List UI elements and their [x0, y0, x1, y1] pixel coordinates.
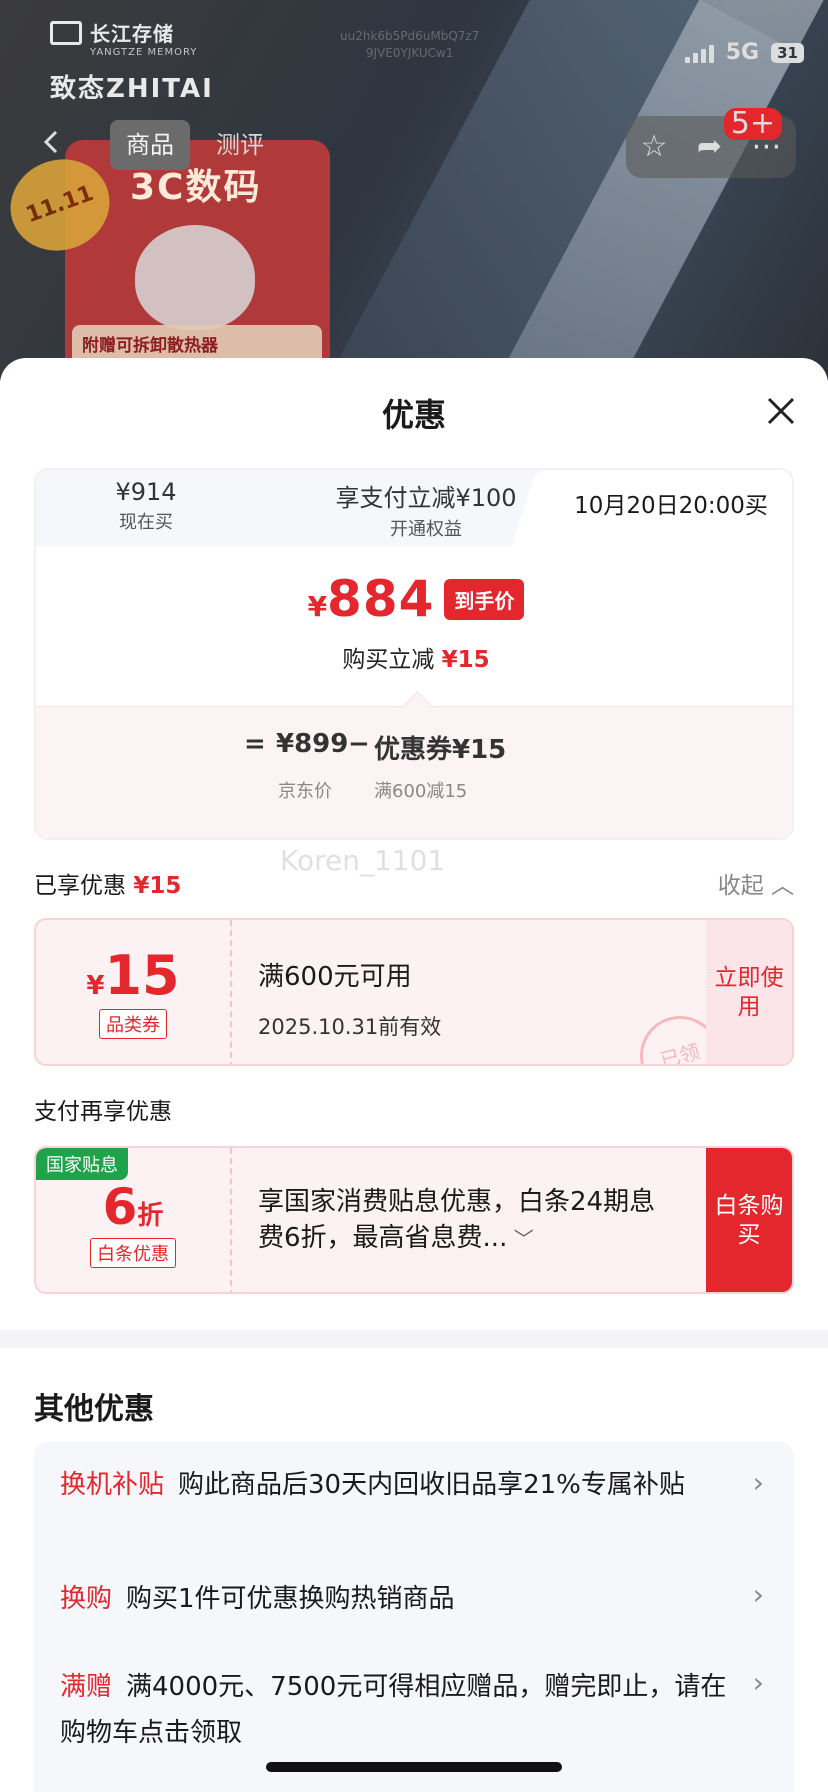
brand-logo: 长江存储 YANGTZE MEMORY 致态ZHITAI	[50, 18, 214, 105]
close-icon[interactable]	[766, 396, 796, 426]
price-tab-payment[interactable]: 享支付立减¥100 开通权益	[306, 478, 546, 541]
discount-rate: 6	[102, 1178, 138, 1236]
price-box: ¥914 现在买 享支付立减¥100 开通权益 10月20日20:00买 ¥88…	[34, 468, 794, 840]
coupon-condition-label: 满600减15	[374, 781, 468, 802]
brand-sub: YANGTZE MEMORY	[90, 47, 198, 58]
list-item[interactable]: 换机补贴 购此商品后30天内回收旧品享21%专属补贴	[60, 1462, 740, 1508]
coupon-type: 品类券	[99, 1009, 167, 1039]
list-item[interactable]: 换购 购买1件可优惠换购热销商品	[60, 1576, 740, 1622]
price-tab-now[interactable]: ¥914 现在买	[76, 478, 216, 534]
jd-price: ¥899	[276, 729, 349, 759]
other-discounts-title: 其他优惠	[34, 1392, 154, 1427]
signal-icon	[684, 43, 714, 63]
equals-sign: =	[244, 729, 266, 759]
price-tab-scheduled[interactable]: 10月20日20:00买	[546, 470, 792, 547]
coupon-type: 白条优惠	[90, 1238, 176, 1268]
final-price-yen: ¥	[307, 590, 328, 623]
final-price-value: 884	[327, 570, 435, 628]
brand-name: 致态ZHITAI	[50, 74, 214, 104]
message-badge: 5+	[723, 108, 782, 140]
mascot-image	[135, 225, 255, 330]
coupon-deduction: 优惠券¥15	[374, 735, 507, 765]
collapse-toggle[interactable]: 收起 ︿	[718, 866, 794, 900]
minus-sign: −	[348, 729, 370, 759]
chevron-down-icon: ﹀	[507, 1227, 534, 1251]
list-item[interactable]: 满赠 满4000元、7500元可得相应赠品，赠完即止，请在购物车点击领取	[60, 1664, 740, 1756]
pay-discount-title: 支付再享优惠	[34, 1099, 172, 1125]
network-label: 5G	[725, 40, 760, 65]
product-backdrop: 长江存储 YANGTZE MEMORY 致态ZHITAI uu2hk6b5Pd6…	[0, 0, 828, 380]
jd-price-label: 京东价	[278, 781, 332, 802]
discount-sheet: 优惠 ¥914 现在买 享支付立减¥100 开通权益 10月20日20:00买 …	[0, 358, 828, 1792]
tab-review[interactable]: 测评	[200, 120, 280, 170]
final-price-tag: 到手价	[444, 578, 525, 620]
battery-icon: 31	[771, 42, 804, 63]
sheet-title: 优惠	[381, 396, 446, 434]
brand-mark-icon	[50, 20, 82, 45]
back-icon[interactable]	[40, 130, 64, 154]
baitiao-buy-button[interactable]: 白条购买	[706, 1148, 792, 1292]
share-icon[interactable]: ➦	[697, 132, 722, 162]
coupon-condition: 满600元可用	[258, 962, 412, 992]
chevron-up-icon: ︿	[771, 873, 794, 899]
use-now-button[interactable]: 立即使用	[706, 920, 792, 1064]
other-discounts-list: 换机补贴 购此商品后30天内回收旧品享21%专属补贴 › 换购 购买1件可优惠换购热…	[34, 1442, 794, 1792]
baitiao-coupon: 6折 白条优惠 国家贴息 享国家消费贴息优惠，白条24期息费6折，最高省息费..…	[34, 1146, 794, 1294]
brand-top: 长江存储	[90, 22, 174, 46]
watermark-code: uu2hk6b5Pd6uMbQ7z7 9JVE0YJKUCw1	[340, 29, 480, 60]
coupon-amount: 15	[104, 944, 180, 1007]
chevron-right-icon: ›	[752, 1466, 764, 1499]
status-bar: 5G 31	[684, 40, 804, 65]
purchase-reduction: 购买立减 ¥15	[342, 647, 490, 673]
enjoyed-discount-row: 已享优惠 ¥15 收起 ︿	[34, 866, 794, 900]
baitiao-description[interactable]: 享国家消费贴息优惠，白条24期息费6折，最高省息费... ﹀	[258, 1184, 678, 1257]
price-breakdown: = ¥899 − 优惠券¥15 京东价 满600减15	[36, 706, 792, 838]
gov-subsidy-badge: 国家贴息	[36, 1148, 128, 1180]
chevron-right-icon: ›	[752, 1666, 764, 1699]
chevron-right-icon: ›	[752, 1578, 764, 1611]
price-tabs: ¥914 现在买 享支付立减¥100 开通权益 10月20日20:00买	[36, 470, 792, 547]
nav-actions: ☆ ➦ ⋯ 5+	[626, 108, 796, 178]
star-icon[interactable]: ☆	[641, 132, 668, 162]
tab-product[interactable]: 商品	[110, 120, 190, 170]
top-nav: 商品 测评 ☆ ➦ ⋯ 5+	[0, 108, 828, 185]
final-price: ¥884 到手价	[36, 570, 792, 628]
home-indicator	[266, 1762, 562, 1772]
coupon-validity: 2025.10.31前有效	[258, 1015, 442, 1039]
category-coupon: ¥15 品类券 满600元可用 2025.10.31前有效 已领 立即使用	[34, 918, 794, 1066]
section-divider	[0, 1330, 828, 1348]
